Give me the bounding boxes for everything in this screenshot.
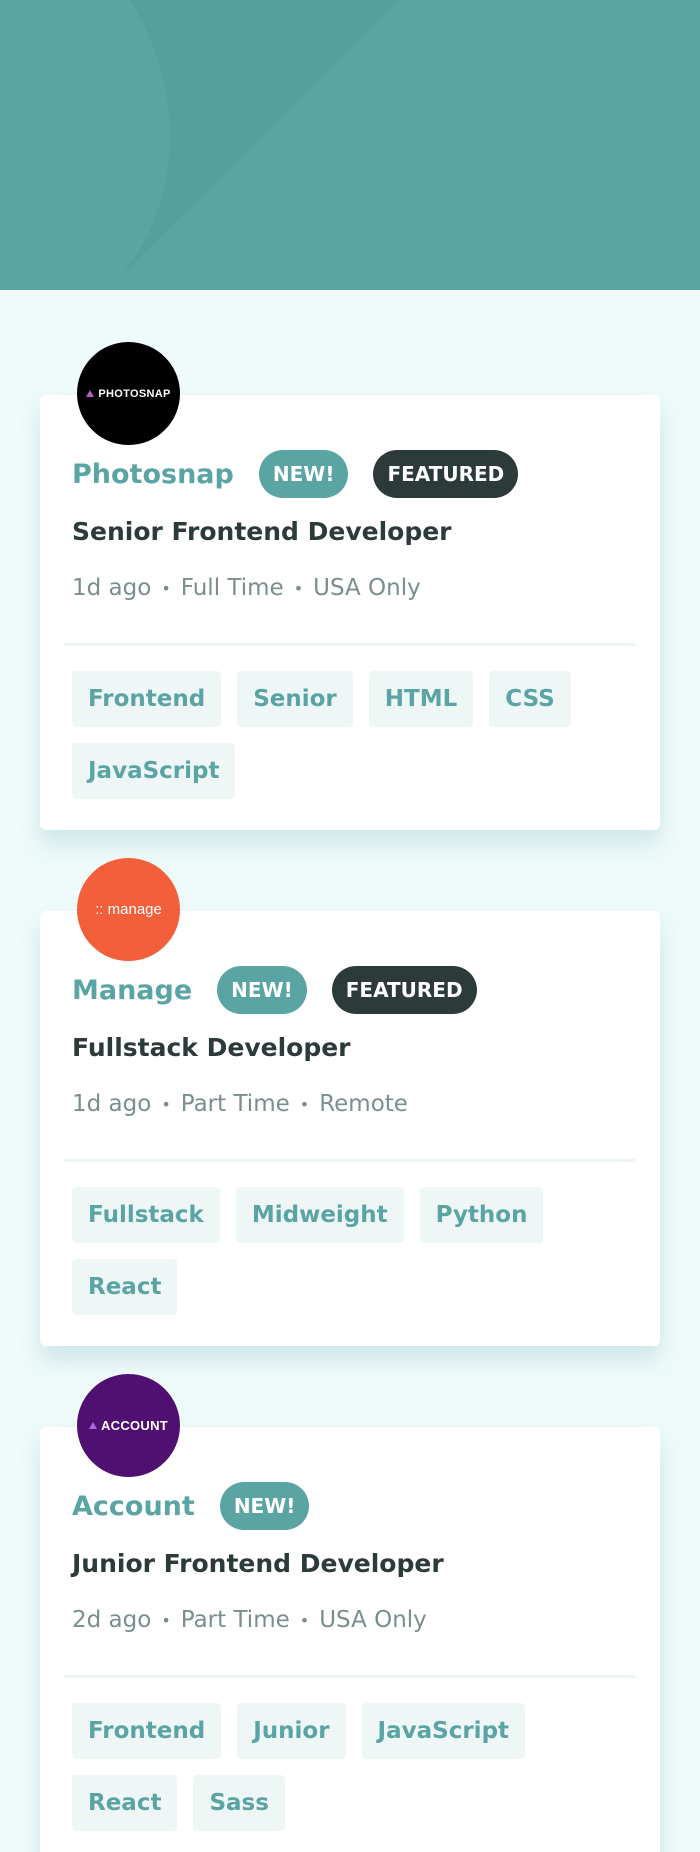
job-card[interactable]: :: manage Manage NEW! FEATURED Fullstack… (40, 858, 660, 1346)
filter-tag[interactable]: Frontend (72, 1703, 222, 1759)
job-meta: 2d ago • Part Time • USA Only (72, 1607, 427, 1633)
triangle-icon (86, 390, 95, 397)
triangle-icon (88, 1422, 97, 1429)
job-card[interactable]: PHOTOSNAP Photosnap NEW! FEATURED Senior… (40, 342, 660, 830)
job-location: USA Only (313, 575, 421, 601)
tag-list: Frontend Senior HTML CSS JavaScript (72, 671, 632, 815)
separator-dot: • (161, 578, 171, 598)
posted-at: 1d ago (72, 1091, 152, 1117)
job-meta: 1d ago • Full Time • USA Only (72, 575, 421, 601)
company-logo: ACCOUNT (77, 1374, 180, 1477)
filter-tag[interactable]: Python (419, 1187, 544, 1243)
new-badge: NEW! (219, 1482, 310, 1530)
posted-at: 1d ago (72, 575, 152, 601)
company-name: Manage (72, 974, 193, 1006)
company-row: Account NEW! (72, 1482, 334, 1530)
header-banner (0, 0, 700, 290)
contract-type: Part Time (180, 1091, 290, 1117)
job-position[interactable]: Junior Frontend Developer (72, 1549, 444, 1578)
separator-dot: • (299, 1610, 310, 1630)
job-position[interactable]: Fullstack Developer (72, 1033, 351, 1062)
header-pattern (108, 0, 400, 290)
filter-tag[interactable]: Frontend (72, 671, 222, 727)
filter-tag[interactable]: Midweight (235, 1187, 404, 1243)
logo-text: ACCOUNT (100, 1418, 169, 1433)
separator-dot: • (293, 578, 304, 598)
filter-tag[interactable]: JavaScript (72, 743, 236, 799)
job-meta: 1d ago • Part Time • Remote (72, 1091, 408, 1117)
filter-tag[interactable]: React (72, 1775, 178, 1831)
filter-tag[interactable]: CSS (489, 671, 571, 727)
company-logo: :: manage (77, 858, 180, 961)
company-row: Photosnap NEW! FEATURED (72, 450, 543, 498)
filter-tag[interactable]: Junior (237, 1703, 346, 1759)
job-card[interactable]: ACCOUNT Account NEW! Junior Frontend Dev… (40, 1374, 660, 1852)
logo-text: :: manage (95, 901, 162, 918)
filter-tag[interactable]: HTML (368, 671, 474, 727)
divider (64, 1159, 636, 1162)
filter-tag[interactable]: Sass (193, 1775, 285, 1831)
job-location: Remote (319, 1091, 408, 1117)
tag-list: Fullstack Midweight Python React (72, 1187, 632, 1331)
company-name: Photosnap (72, 458, 234, 490)
job-position[interactable]: Senior Frontend Developer (72, 517, 452, 546)
posted-at: 2d ago (72, 1607, 152, 1633)
logo-text: PHOTOSNAP (98, 387, 171, 400)
filter-tag[interactable]: React (72, 1259, 178, 1315)
company-name: Account (72, 1490, 195, 1522)
tag-list: Frontend Junior JavaScript React Sass (72, 1703, 632, 1847)
divider (64, 643, 636, 646)
featured-badge: FEATURED (373, 450, 519, 498)
separator-dot: • (161, 1094, 171, 1114)
filter-tag[interactable]: JavaScript (361, 1703, 526, 1759)
company-row: Manage NEW! FEATURED (72, 966, 502, 1014)
separator-dot: • (299, 1094, 310, 1114)
job-location: USA Only (319, 1607, 427, 1633)
new-badge: NEW! (217, 966, 307, 1014)
filter-tag[interactable]: Fullstack (72, 1187, 220, 1243)
featured-badge: FEATURED (331, 966, 477, 1014)
new-badge: NEW! (258, 450, 349, 498)
contract-type: Full Time (180, 575, 284, 601)
contract-type: Part Time (180, 1607, 290, 1633)
separator-dot: • (161, 1610, 171, 1630)
divider (64, 1675, 636, 1678)
filter-tag[interactable]: Senior (237, 671, 353, 727)
company-logo: PHOTOSNAP (77, 342, 180, 445)
